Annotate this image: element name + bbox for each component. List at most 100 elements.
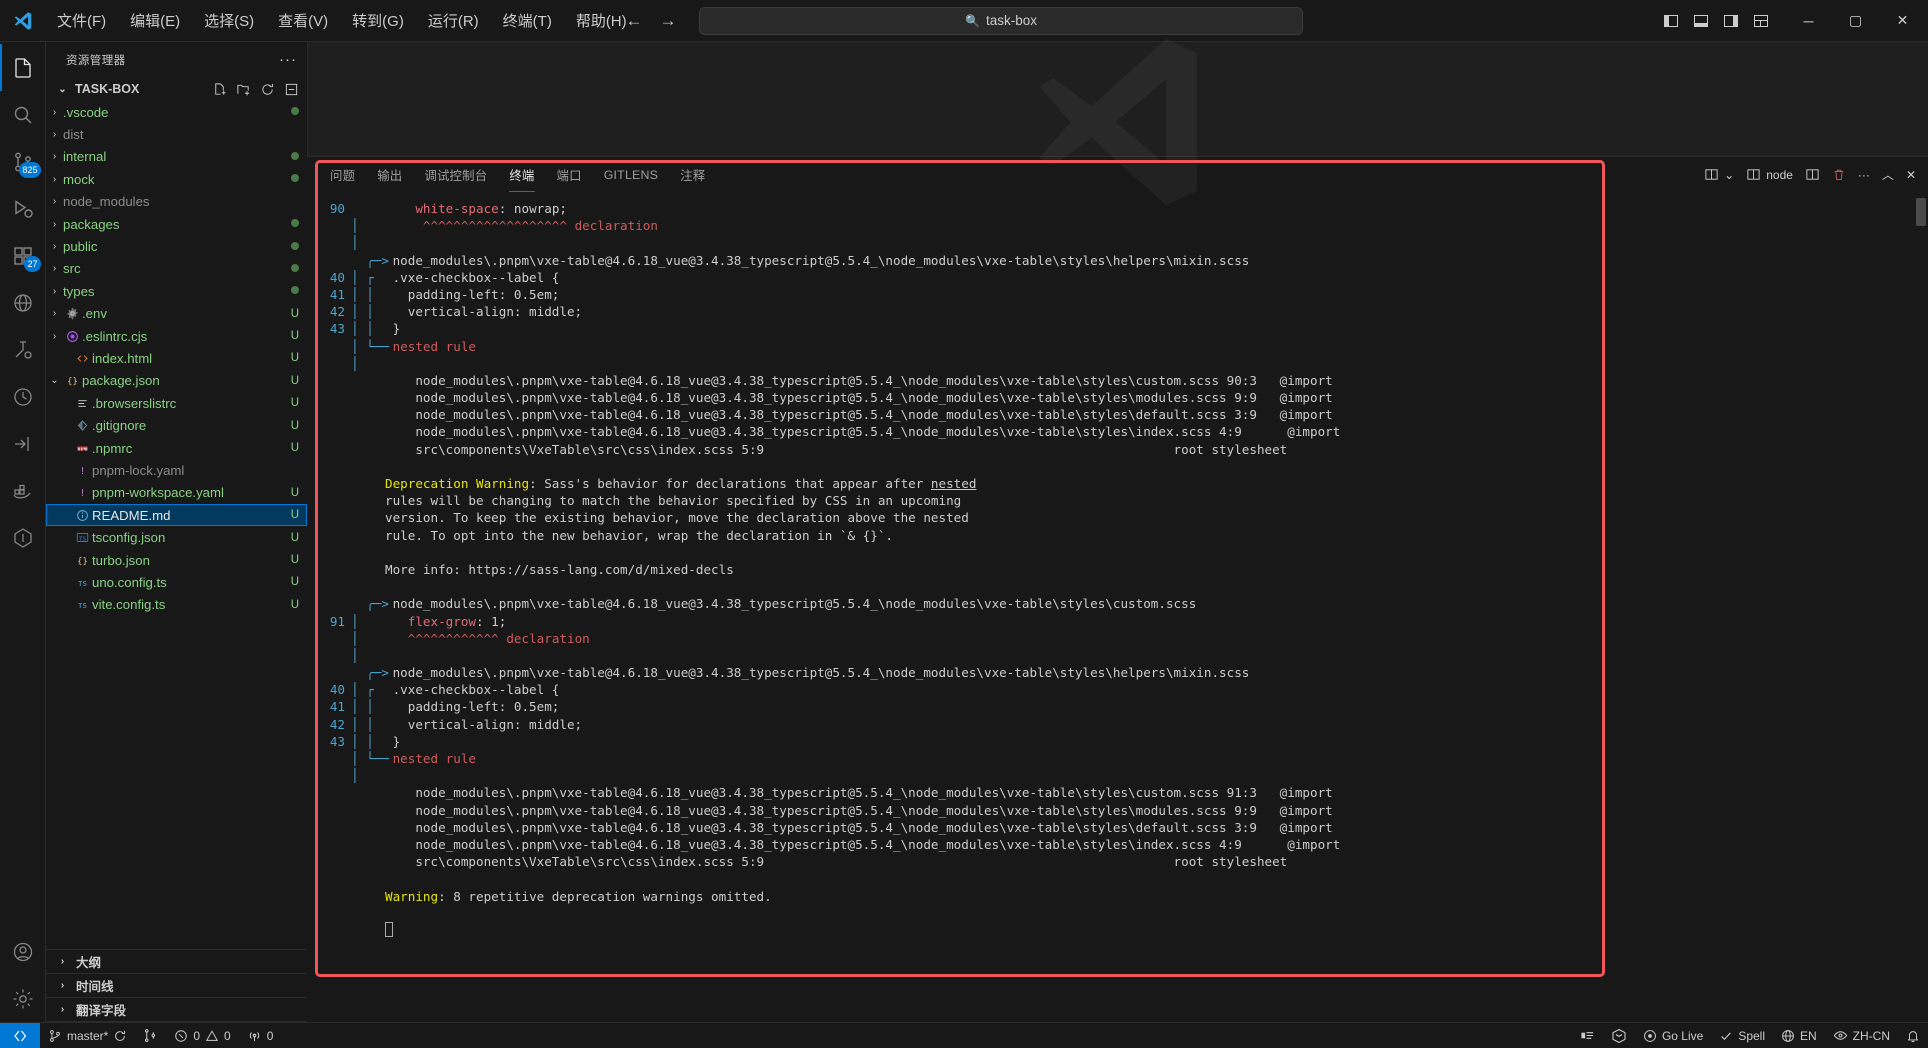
activity-settings[interactable]	[0, 975, 46, 1022]
status-go-live[interactable]: Go Live	[1635, 1023, 1711, 1048]
chevron-right-icon[interactable]: ›	[46, 263, 63, 274]
chevron-right-icon[interactable]: ›	[46, 308, 63, 319]
file-tree-row[interactable]: {} turbo.json U	[46, 549, 307, 571]
customize-layout-icon[interactable]	[1753, 13, 1769, 29]
panel-tab-调试控制台[interactable]: 调试控制台	[413, 157, 498, 192]
chevron-right-icon[interactable]: ›	[46, 219, 63, 230]
go-forward-icon[interactable]: →	[659, 11, 677, 31]
file-tree-row[interactable]: .npmrc U	[46, 437, 307, 459]
status-ports[interactable]: 0	[239, 1023, 282, 1048]
file-tree-row[interactable]: .gitignore U	[46, 414, 307, 436]
status-language[interactable]: EN	[1773, 1023, 1825, 1048]
file-tree-row[interactable]: › src	[46, 258, 307, 280]
terminal-output[interactable]: 90 white-space: nowrap; │ ^^^^^^^^^^^^^^^…	[307, 192, 1928, 1022]
activity-search[interactable]	[0, 91, 46, 138]
chevron-right-icon[interactable]: ›	[46, 331, 63, 342]
chevron-right-icon[interactable]: ›	[46, 174, 63, 185]
close-button[interactable]: ✕	[1879, 0, 1926, 42]
file-tree-row[interactable]: › packages	[46, 213, 307, 235]
toggle-panel-icon[interactable]	[1693, 13, 1709, 29]
file-tree-row[interactable]: › node_modules	[46, 191, 307, 213]
panel-tab-端口[interactable]: 端口	[546, 157, 593, 192]
file-tree-row[interactable]: › types	[46, 280, 307, 302]
file-tree-row[interactable]: .browserslistrc U	[46, 392, 307, 414]
file-tree-row[interactable]: TS tsconfig.json U	[46, 526, 307, 548]
toggle-primary-sidebar-icon[interactable]	[1663, 13, 1679, 29]
activity-run-debug[interactable]	[0, 185, 46, 232]
chevron-right-icon[interactable]: ›	[46, 286, 63, 297]
sidebar-section-outline[interactable]: › 大纲	[46, 950, 307, 974]
activity-import-cost[interactable]	[0, 420, 46, 467]
activity-todo-tree[interactable]	[0, 514, 46, 561]
menu-selection[interactable]: 选择(S)	[193, 6, 265, 35]
chevron-right-icon[interactable]: ›	[46, 129, 63, 140]
file-tree-row[interactable]: › .env U	[46, 303, 307, 325]
activity-source-control[interactable]: 825	[0, 138, 46, 185]
file-tree-row[interactable]: › .vscode	[46, 101, 307, 123]
file-tree-row[interactable]: › .eslintrc.cjs U	[46, 325, 307, 347]
file-tree-row[interactable]: index.html U	[46, 347, 307, 369]
panel-tab-GITLENS[interactable]: GITLENS	[593, 157, 669, 192]
file-tree-row[interactable]: README.md U	[46, 504, 307, 527]
new-file-icon[interactable]	[212, 82, 227, 97]
close-panel-icon[interactable]: ✕	[1906, 168, 1916, 182]
menu-run[interactable]: 运行(R)	[417, 6, 490, 35]
chevron-down-icon[interactable]: ⌄	[46, 375, 63, 386]
menu-go[interactable]: 转到(G)	[341, 6, 415, 35]
sidebar-section-translate[interactable]: › 翻译字段	[46, 998, 307, 1022]
panel-tab-输出[interactable]: 输出	[366, 157, 413, 192]
file-tree-row[interactable]: › dist	[46, 123, 307, 145]
file-tree-row[interactable]: ⌄ {} package.json U	[46, 370, 307, 392]
panel-more-actions-icon[interactable]: ···	[1858, 168, 1870, 182]
file-tree-row[interactable]: ! pnpm-workspace.yaml U	[46, 482, 307, 504]
remote-indicator[interactable]	[0, 1022, 40, 1048]
activity-docker[interactable]	[0, 467, 46, 514]
status-layout[interactable]	[1572, 1023, 1603, 1048]
file-tree-row[interactable]: › public	[46, 235, 307, 257]
maximize-button[interactable]: ▢	[1832, 0, 1879, 42]
status-spell[interactable]: Spell	[1711, 1023, 1773, 1048]
status-notifications[interactable]	[1898, 1023, 1928, 1048]
status-locale[interactable]: ZH-CN	[1825, 1023, 1898, 1048]
terminal-instance-node[interactable]: node	[1746, 167, 1793, 182]
go-back-icon[interactable]: ←	[625, 11, 643, 31]
refresh-icon[interactable]	[260, 82, 275, 97]
project-root-header[interactable]: ⌄ TASK-BOX	[46, 77, 307, 101]
menu-edit[interactable]: 编辑(E)	[119, 6, 191, 35]
activity-accounts[interactable]	[0, 928, 46, 975]
file-tree-row[interactable]: TS uno.config.ts U	[46, 571, 307, 593]
terminal-scrollbar[interactable]	[1916, 198, 1926, 226]
panel-tab-问题[interactable]: 问题	[319, 157, 366, 192]
file-tree-row[interactable]: ! pnpm-lock.yaml	[46, 459, 307, 481]
file-tree-row[interactable]: TS vite.config.ts U	[46, 594, 307, 616]
panel-tab-终端[interactable]: 终端	[498, 157, 545, 192]
menu-terminal[interactable]: 终端(T)	[492, 6, 563, 35]
sidebar-section-timeline[interactable]: › 时间线	[46, 974, 307, 998]
menu-file[interactable]: 文件(F)	[46, 6, 117, 35]
chevron-right-icon[interactable]: ›	[46, 241, 63, 252]
minimize-button[interactable]: ─	[1785, 0, 1832, 42]
activity-remote-explorer[interactable]	[0, 279, 46, 326]
status-tabnine[interactable]	[1603, 1023, 1635, 1048]
status-problems[interactable]: 0 0	[166, 1023, 238, 1048]
panel-tab-注释[interactable]: 注释	[669, 157, 716, 192]
collapse-all-icon[interactable]	[284, 82, 299, 97]
activity-extensions[interactable]: 27	[0, 232, 46, 279]
sidebar-more-actions-icon[interactable]: ···	[279, 51, 297, 68]
new-folder-icon[interactable]	[236, 82, 251, 97]
activity-explorer[interactable]	[0, 44, 46, 91]
chevron-right-icon[interactable]: ›	[46, 196, 63, 207]
chevron-right-icon[interactable]: ›	[46, 107, 63, 118]
menu-view[interactable]: 查看(V)	[267, 6, 339, 35]
toggle-secondary-sidebar-icon[interactable]	[1723, 13, 1739, 29]
split-terminal-dropdown[interactable]: ⌄	[1704, 167, 1734, 182]
split-terminal-icon[interactable]	[1805, 167, 1820, 182]
command-center-search[interactable]: 🔍 task-box	[699, 6, 1303, 35]
kill-terminal-icon[interactable]	[1832, 168, 1846, 182]
chevron-right-icon[interactable]: ›	[46, 151, 63, 162]
status-branch[interactable]: master*	[40, 1023, 135, 1048]
activity-test[interactable]	[0, 326, 46, 373]
status-git-graph[interactable]	[135, 1023, 166, 1048]
file-tree-row[interactable]: › internal	[46, 146, 307, 168]
maximize-panel-icon[interactable]: ︿	[1882, 166, 1894, 183]
